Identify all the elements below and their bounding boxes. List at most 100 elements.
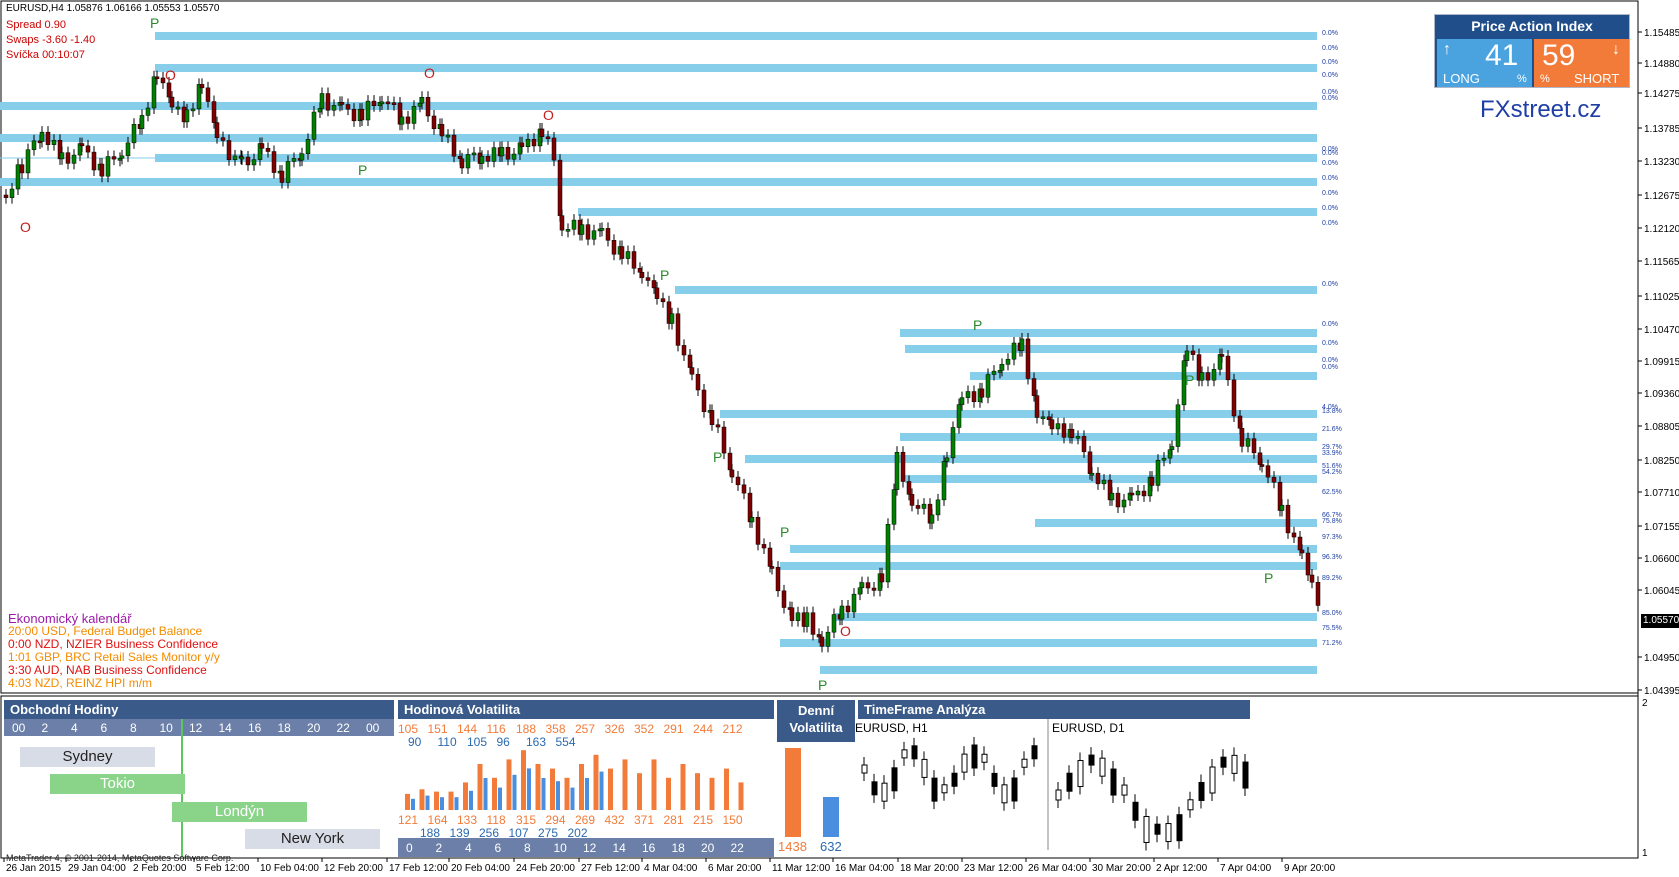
candle-body bbox=[795, 612, 801, 621]
vol-value-bottom2: 107 bbox=[509, 826, 529, 840]
level-percent-label: 13.8% bbox=[1322, 408, 1342, 415]
candle-body bbox=[459, 158, 465, 169]
level-percent-label: 0.0% bbox=[1322, 205, 1338, 212]
candle-body bbox=[1265, 465, 1271, 478]
candle-body bbox=[184, 109, 190, 123]
vol-bar-blue bbox=[599, 771, 604, 810]
tf-candle-body bbox=[1231, 754, 1238, 774]
pai-title: Price Action Index bbox=[1471, 18, 1593, 34]
price-tick-label: 1.14880 bbox=[1644, 59, 1679, 70]
price-level-zone bbox=[820, 666, 1317, 674]
candle-body bbox=[1101, 479, 1107, 485]
hour-tick: 20 bbox=[307, 721, 321, 735]
hourly-volatility-title: Hodinová Volatilita bbox=[398, 700, 774, 719]
tf-candle-body bbox=[1099, 757, 1106, 777]
vol-bar-blue bbox=[512, 774, 517, 810]
time-tick-label: 2 Feb 20:00 bbox=[133, 863, 187, 874]
candle-body bbox=[865, 582, 871, 589]
candle-body bbox=[631, 251, 637, 269]
candle-body bbox=[99, 163, 105, 177]
vol-value-top2: 90 bbox=[408, 735, 422, 749]
hour-tick: 14 bbox=[219, 721, 233, 735]
candle-body bbox=[769, 566, 775, 569]
candle-body bbox=[3, 194, 9, 198]
vol-bar-orange bbox=[695, 773, 700, 810]
vol-value-top2: 554 bbox=[556, 735, 576, 749]
level-percent-label: 0.0% bbox=[1322, 281, 1338, 288]
candle-body bbox=[1040, 416, 1046, 420]
candle-body bbox=[687, 354, 693, 368]
vol-value-top: 257 bbox=[575, 722, 595, 736]
candle-body bbox=[311, 111, 317, 140]
candle-body bbox=[1089, 472, 1095, 476]
candle-body bbox=[1069, 428, 1075, 438]
level-percent-label: 89.2% bbox=[1322, 575, 1342, 582]
hour-tick: 8 bbox=[130, 721, 137, 735]
candle-body bbox=[1279, 504, 1285, 511]
pattern-marker: P bbox=[780, 524, 789, 540]
candle-body bbox=[859, 582, 865, 589]
candle-body bbox=[451, 134, 457, 157]
candle-body bbox=[804, 612, 810, 627]
tf-candle-body bbox=[951, 772, 958, 787]
candle-body bbox=[479, 155, 485, 164]
candle-body bbox=[1025, 338, 1031, 379]
candle-body bbox=[431, 115, 437, 130]
candle-body bbox=[579, 224, 585, 235]
vol-bar-orange bbox=[492, 777, 497, 810]
level-percent-label: 0.0% bbox=[1322, 72, 1338, 79]
price-tick-label: 1.04950 bbox=[1644, 653, 1679, 664]
vol-value-bottom: 432 bbox=[605, 813, 625, 827]
time-tick-label: 7 Apr 04:00 bbox=[1220, 863, 1272, 874]
candle-body bbox=[85, 145, 91, 153]
candle-body bbox=[232, 155, 238, 161]
vol-bar-orange bbox=[521, 750, 526, 810]
time-tick-label: 24 Feb 20:00 bbox=[516, 863, 575, 874]
candle-body bbox=[319, 93, 325, 109]
level-percent-label: 0.0% bbox=[1322, 160, 1338, 167]
timeframe-analysis-title: TimeFrame Analýza bbox=[858, 700, 1250, 719]
tf-candle-body bbox=[921, 758, 928, 778]
tf-candle-body bbox=[961, 753, 968, 773]
candle-body bbox=[755, 516, 761, 545]
time-tick-label: 23 Mar 12:00 bbox=[964, 863, 1023, 874]
tf-candle-body bbox=[1154, 823, 1161, 835]
candle-body bbox=[505, 147, 511, 160]
candle-body bbox=[1291, 532, 1297, 538]
pattern-marker: P bbox=[1185, 372, 1194, 388]
vol-value-top: 188 bbox=[516, 722, 536, 736]
candle-body bbox=[151, 76, 157, 109]
price-level-zone bbox=[900, 329, 1317, 337]
tf-candle-body bbox=[1077, 760, 1084, 788]
vol-hour-tick: 8 bbox=[524, 841, 531, 855]
price-tick-label: 1.13230 bbox=[1644, 157, 1679, 168]
candle-body bbox=[405, 116, 411, 124]
price-tick-label: 1.08805 bbox=[1644, 422, 1679, 433]
sub-axis-bottom: 1 bbox=[1642, 848, 1648, 859]
vol-bar-blue bbox=[585, 778, 589, 810]
level-percent-label: 54.2% bbox=[1322, 469, 1342, 476]
candle-body bbox=[1285, 504, 1291, 534]
candle-body bbox=[956, 404, 962, 428]
candle-body bbox=[979, 388, 985, 398]
tf-candle-body bbox=[881, 782, 888, 802]
candle-body bbox=[701, 389, 707, 412]
vol-bar-orange bbox=[419, 789, 425, 810]
candle-body bbox=[499, 147, 505, 157]
vol-bar-orange bbox=[593, 754, 599, 810]
time-tick-label: 17 Feb 12:00 bbox=[389, 863, 448, 874]
candle-body bbox=[1034, 395, 1040, 418]
daily-vol-line2: Volatilita bbox=[789, 720, 843, 735]
daily-volatility-title: Denní Volatilita bbox=[777, 700, 855, 742]
long-label: LONG bbox=[1443, 71, 1480, 86]
price-tick-label: 1.12120 bbox=[1644, 224, 1679, 235]
time-tick-label: 10 Feb 04:00 bbox=[260, 863, 319, 874]
vol-value-bottom: 281 bbox=[664, 813, 684, 827]
candle-body bbox=[154, 76, 160, 80]
candle-body bbox=[214, 122, 220, 138]
time-tick-label: 18 Mar 20:00 bbox=[900, 863, 959, 874]
candle-body bbox=[519, 142, 525, 147]
tf-candle-body bbox=[1242, 761, 1249, 789]
price-level-zone bbox=[578, 208, 1317, 216]
price-chart[interactable]: 1.15485 1.14880 1.14275 1.13785 1.13230 1.126… bbox=[0, 0, 1679, 877]
